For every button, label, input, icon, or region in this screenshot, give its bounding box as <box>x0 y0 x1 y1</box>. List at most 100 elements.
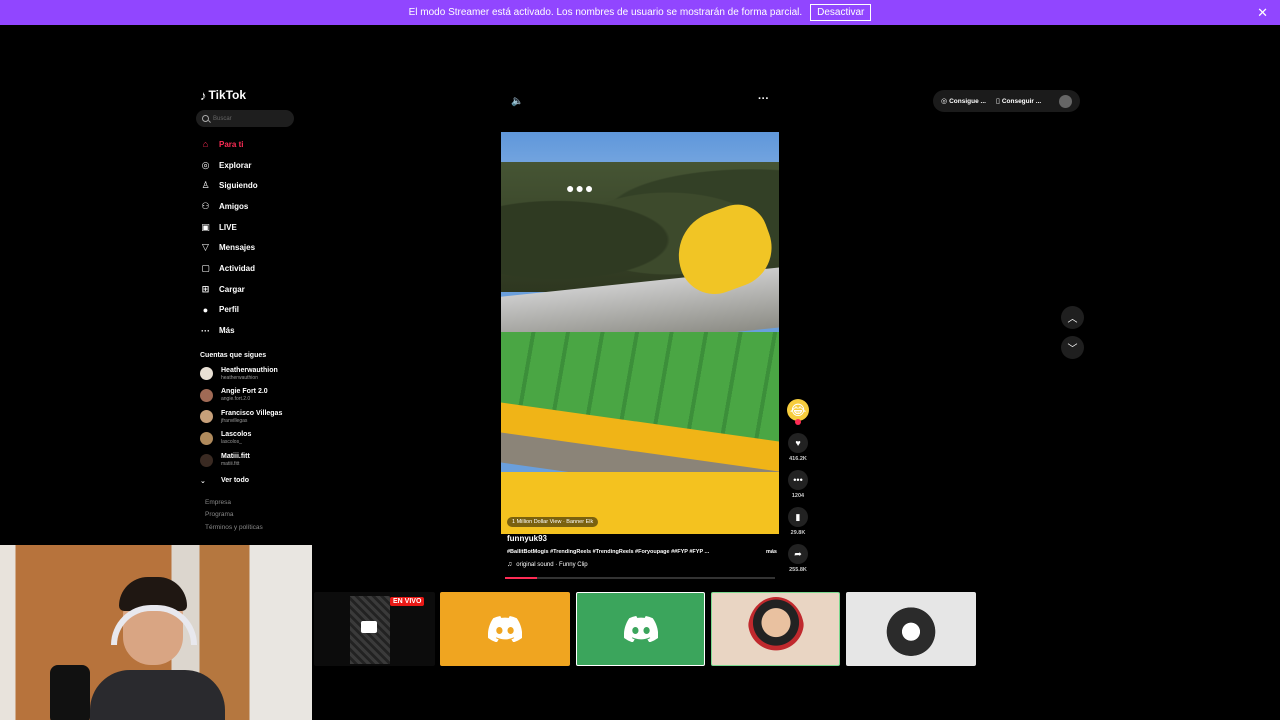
nav-label: Siguiendo <box>219 181 258 191</box>
participant-tile-gorilla[interactable] <box>846 592 976 666</box>
save-action[interactable]: ▮ 29.8K <box>786 507 810 536</box>
video-sound[interactable]: ♫ original sound · Funny Clip <box>507 561 777 568</box>
search-placeholder: Buscar <box>213 115 232 122</box>
chevron-down-icon: ﹀ <box>1067 344 1078 355</box>
disable-streamer-mode-button[interactable]: Desactivar <box>810 4 872 21</box>
sidebar: ♪ TikTok Buscar ⌂ Para ti ◎ Explorar ♙ Sigu… <box>196 86 306 534</box>
nav-label: Perfil <box>219 305 240 315</box>
save-count: 29.8K <box>790 530 806 536</box>
avatar <box>884 602 938 656</box>
more-link[interactable]: más <box>766 549 777 555</box>
nav-item-para-ti[interactable]: ⌂ Para ti <box>196 134 306 155</box>
account-item[interactable]: Lascolos lascolos_ <box>196 428 306 450</box>
live-icon: ▣ <box>201 221 210 232</box>
nav-item-mas[interactable]: ··· Más <box>196 320 306 341</box>
account-item[interactable]: Francisco Villegas jfranvillegas <box>196 406 306 428</box>
nav-label: Actividad <box>219 263 256 273</box>
nav-label: Cargar <box>219 284 245 294</box>
see-all-label: Ver todo <box>221 477 250 485</box>
volume-icon[interactable]: 🔈 <box>511 96 523 107</box>
get-app-label: Conseguir ... <box>1001 97 1042 105</box>
footer-link-empresa[interactable]: Empresa <box>205 497 306 510</box>
main-nav: ⌂ Para ti ◎ Explorar ♙ Siguiendo ⚇ Amigos ▣ L… <box>196 134 306 341</box>
discord-tile-orange[interactable] <box>440 592 570 666</box>
footer-link-terminos[interactable]: Términos y políticas <box>205 522 306 535</box>
nav-item-actividad[interactable]: ▢ Actividad <box>196 258 306 279</box>
nav-item-amigos[interactable]: ⚇ Amigos <box>196 196 306 217</box>
account-name: Lascolos <box>221 431 252 439</box>
logo-text: TikTok <box>208 88 247 102</box>
account-item[interactable]: Angie Fort 2.0 angie.fort.2.0 <box>196 384 306 406</box>
see-all-button[interactable]: ⌄ Ver todo <box>196 471 306 491</box>
location-tag[interactable]: 1 Million Dollar View · Banner Elk <box>507 517 599 527</box>
footer-link-programa[interactable]: Programa <box>205 509 306 522</box>
account-name: Heatherwauthion <box>221 366 278 374</box>
hashtags-text[interactable]: #BallitBotMogis #TrendingReels #Trending… <box>507 549 709 555</box>
avatar <box>200 367 213 381</box>
like-count: 416.2K <box>789 456 807 462</box>
friends-icon: ⚇ <box>201 200 210 211</box>
sound-label: original sound · Funny Clip <box>516 561 588 568</box>
following-accounts-title: Cuentas que sigues <box>200 352 267 360</box>
streamer-figure <box>90 575 225 720</box>
chevron-down-icon: ⌄ <box>200 477 206 485</box>
microphone-icon <box>50 665 90 720</box>
video-username[interactable]: funnyuk93 <box>507 534 777 543</box>
video-player[interactable]: ●●● 1 Million Dollar View · Banner Elk <box>501 132 779 534</box>
like-action[interactable]: ♥ 416.2K <box>786 433 810 462</box>
avatar <box>747 597 804 661</box>
progress-fill <box>505 577 538 579</box>
get-app-button[interactable]: ▯ Conseguir ... <box>995 97 1042 106</box>
account-handle: matiii.fitt <box>221 461 240 468</box>
previous-video-button[interactable]: ︿ <box>1061 306 1084 329</box>
heart-icon[interactable]: ♥ <box>788 433 808 453</box>
account-item[interactable]: Heatherwauthion heatherwauthion <box>196 363 306 385</box>
share-icon[interactable]: ➦ <box>788 544 808 564</box>
bookmark-icon[interactable]: ▮ <box>788 507 808 527</box>
account-handle: heatherwauthion <box>221 374 258 381</box>
nav-item-mensajes[interactable]: ▽ Mensajes <box>196 237 306 258</box>
discord-icon <box>623 616 658 642</box>
following-icon: ♙ <box>201 180 210 191</box>
nav-label: Mensajes <box>219 243 256 253</box>
video-progress-bar[interactable] <box>505 577 775 579</box>
comment-icon[interactable]: ••• <box>788 470 808 490</box>
webcam-overlay <box>0 545 312 720</box>
account-name: Matiii.fitt <box>221 453 250 461</box>
search-input[interactable]: Buscar <box>196 110 294 127</box>
account-item[interactable]: Matiii.fitt matiii.fitt <box>196 449 306 471</box>
phone-icon: ▯ <box>995 98 1000 105</box>
get-coins-button[interactable]: ◎ Consigue ... <box>941 97 986 106</box>
get-coins-label: Consigue ... <box>949 97 986 105</box>
nav-label: Amigos <box>219 201 249 211</box>
creator-avatar[interactable]: 😂 <box>787 399 809 425</box>
nav-item-cargar[interactable]: ⊞ Cargar <box>196 279 306 300</box>
compass-icon: ◎ <box>201 159 210 170</box>
avatar[interactable] <box>1059 94 1072 108</box>
footer-links: Empresa Programa Términos y políticas <box>196 497 306 535</box>
discord-tile-green[interactable] <box>576 592 705 666</box>
more-options-icon[interactable]: ··· <box>758 93 769 105</box>
avatar <box>200 453 213 467</box>
comment-action[interactable]: ••• 1204 <box>786 470 810 499</box>
nav-item-explorar[interactable]: ◎ Explorar <box>196 155 306 176</box>
video-caption: funnyuk93 #BallitBotMogis #TrendingReels… <box>507 534 777 568</box>
action-column: 😂 ♥ 416.2K ••• 1204 ▮ 29.8K ➦ 255.8K <box>786 399 810 573</box>
monitor-icon <box>361 621 377 633</box>
participant-tile-avatar[interactable] <box>711 592 840 666</box>
avatar <box>200 431 213 445</box>
more-icon: ··· <box>201 325 210 336</box>
nav-item-siguiendo[interactable]: ♙ Siguiendo <box>196 175 306 196</box>
nav-label: LIVE <box>219 222 237 232</box>
live-badge: EN VIVO <box>390 597 425 606</box>
live-stream-tile[interactable]: EN VIVO <box>314 592 435 666</box>
streamer-mode-message: El modo Streamer está activado. Los nomb… <box>408 7 803 18</box>
share-action[interactable]: ➦ 255.8K <box>786 544 810 573</box>
nav-item-perfil[interactable]: ● Perfil <box>196 300 306 321</box>
next-video-button[interactable]: ﹀ <box>1061 336 1084 359</box>
discord-icon <box>488 616 522 642</box>
close-icon[interactable]: ✕ <box>1257 5 1268 21</box>
nav-item-live[interactable]: ▣ LIVE <box>196 217 306 238</box>
nav-label: Explorar <box>219 160 252 170</box>
tiktok-logo[interactable]: ♪ TikTok <box>200 86 306 104</box>
